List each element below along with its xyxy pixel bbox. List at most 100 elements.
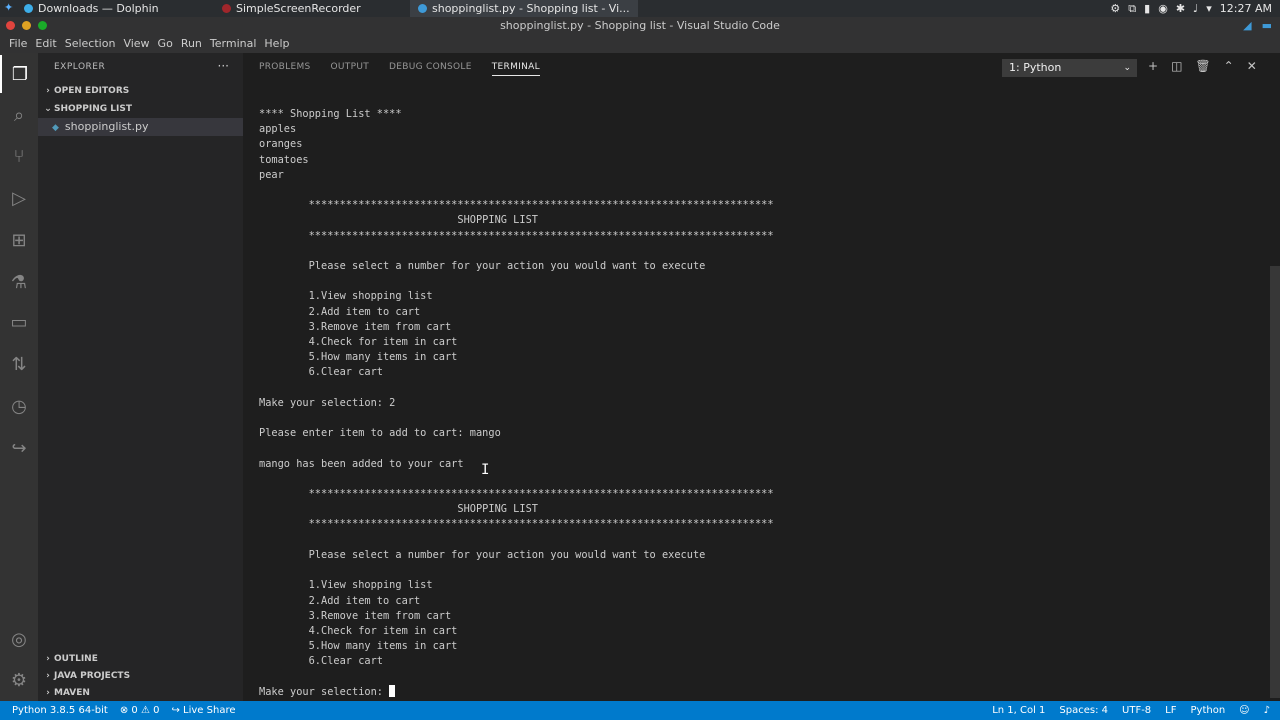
problems-count[interactable]: ⊗ 0 ⚠ 0 [120,701,160,720]
terminal-output[interactable]: **** Shopping List **** apples oranges toma… [259,107,1259,700]
terminal-line: **** Shopping List **** [259,108,402,120]
terminal-line: apples [259,123,297,136]
task-dolphin[interactable]: Downloads — Dolphin [24,0,159,17]
timeline-icon[interactable]: ◷ [0,387,38,425]
close-icon[interactable]: ✕ [1247,59,1257,73]
menu-selection[interactable]: Selection [61,35,120,53]
task-label: shoppinglist.py - Shopping list - Vi... [432,2,630,15]
chevron-down-icon: ⌄ [44,104,52,114]
folder-section[interactable]: ⌄ SHOPPING LIST [38,100,243,118]
recorder-icon [222,4,231,13]
network-icon[interactable]: ⚙ [1110,2,1120,15]
title-actions: ◢ ▬ [1243,19,1272,32]
indentation[interactable]: Spaces: 4 [1059,701,1108,720]
tab-problems[interactable]: PROBLEMS [259,62,311,76]
remote-explorer-icon[interactable]: ▭ [0,303,38,341]
live-share-icon[interactable]: ↪ [0,429,38,467]
open-editors-section[interactable]: › OPEN EDITORS [38,82,243,100]
live-share-button[interactable]: ↪ Live Share [171,701,235,720]
microphone-icon[interactable]: ♩ [1193,2,1198,15]
notifications-icon[interactable]: ♪ [1264,701,1270,720]
volume-icon[interactable]: ◉ [1158,2,1168,15]
accounts-icon[interactable]: ◎ [0,620,38,658]
feedback-icon[interactable]: ☺ [1239,701,1249,720]
extensions-icon[interactable]: ⊞ [0,221,38,259]
os-taskbar: ✦ Downloads — Dolphin SimpleScreenRecord… [0,0,1280,17]
file-item[interactable]: ◆ shoppinglist.py [38,118,243,136]
task-label: SimpleScreenRecorder [236,2,361,15]
clipboard-icon[interactable]: ⧉ [1128,2,1136,16]
task-screen-recorder[interactable]: SimpleScreenRecorder [222,0,361,17]
trash-icon[interactable]: 🗑 [1195,59,1210,73]
encoding[interactable]: UTF-8 [1122,701,1151,720]
terminal-line: ****************************************… [259,199,774,212]
terminal-line: SHOPPING LIST [259,503,538,516]
menu-help[interactable]: Help [260,35,293,53]
window-title: shoppinglist.py - Shopping list - Visual… [500,19,780,32]
maven-section[interactable]: › MAVEN [38,684,243,702]
terminal-line: 1.View shopping list [259,290,433,303]
terminal-line: ****************************************… [259,229,774,242]
settings-icon[interactable]: ⚙ [0,661,38,699]
cursor-position[interactable]: Ln 1, Col 1 [992,701,1045,720]
section-label: SHOPPING LIST [54,104,132,114]
menu-go[interactable]: Go [154,35,177,53]
outline-section[interactable]: › OUTLINE [38,650,243,668]
pin-icon[interactable]: ◢ [1243,19,1251,32]
section-label: OUTLINE [54,654,98,664]
section-label: MAVEN [54,688,90,698]
explorer-sidebar: EXPLORER ··· › OPEN EDITORS ⌄ SHOPPING LIS… [38,53,243,701]
bluetooth-icon[interactable]: ✱ [1176,2,1185,15]
menu-edit[interactable]: Edit [31,35,60,53]
pull-request-icon[interactable]: ⇅ [0,345,38,383]
terminal-line: 4.Check for item in cart [259,336,458,349]
launcher-icon[interactable]: ✦ [4,2,16,14]
chevron-up-icon[interactable]: ⌃ [1224,59,1234,73]
menu-terminal[interactable]: Terminal [206,35,261,53]
menu-view[interactable]: View [119,35,153,53]
python-interpreter[interactable]: Python 3.8.5 64-bit [12,701,108,720]
source-control-icon[interactable]: ⑂ [0,137,38,175]
testing-icon[interactable]: ⚗ [0,263,38,301]
terminal-line: 6.Clear cart [259,655,383,668]
tray-arrow-icon[interactable]: ▾ [1206,2,1212,15]
search-icon[interactable]: ⌕ [0,96,38,134]
menu-file[interactable]: File [5,35,31,53]
clock[interactable]: 12:27 AM [1220,2,1272,15]
terminal-line: 3.Remove item from cart [259,320,452,333]
mouse-cursor-icon: I [481,462,490,478]
activity-bar: ❐ ⌕ ⑂ ▷ ⊞ ⚗ ▭ ⇅ ◷ ↪ ◎ ⚙ [0,53,38,701]
terminal-line: Please select a number for your action y… [259,260,706,273]
tab-terminal[interactable]: TERMINAL [491,62,540,76]
language-mode[interactable]: Python [1191,701,1226,720]
more-actions-icon[interactable]: ··· [218,59,229,73]
end-of-line[interactable]: LF [1165,701,1176,720]
battery-icon[interactable]: ▮ [1144,2,1150,15]
new-terminal-icon[interactable]: + [1148,59,1158,73]
split-terminal-icon[interactable]: ◫ [1171,59,1182,73]
tab-debug-console[interactable]: DEBUG CONSOLE [389,62,472,76]
live-share-label: Live Share [183,705,236,716]
files-icon[interactable]: ❐ [0,55,38,93]
tab-output[interactable]: OUTPUT [331,62,369,76]
java-projects-section[interactable]: › JAVA PROJECTS [38,667,243,685]
file-label: shoppinglist.py [64,120,149,133]
run-debug-icon[interactable]: ▷ [0,179,38,217]
terminal-scrollbar[interactable] [1270,266,1280,698]
task-vscode[interactable]: shoppinglist.py - Shopping list - Vi... [410,0,638,17]
terminal-line: tomatoes [259,153,309,166]
keep-above-icon[interactable]: ▬ [1262,19,1272,32]
terminal-line: 2.Add item to cart [259,594,421,607]
terminal-line: 5.How many items in cart [259,640,458,653]
terminal-select[interactable]: 1: Python ⌄ [1002,59,1137,77]
terminal-line: SHOPPING LIST [259,214,538,227]
menu-run[interactable]: Run [177,35,206,53]
title-bar: shoppinglist.py - Shopping list - Visual… [0,17,1280,35]
